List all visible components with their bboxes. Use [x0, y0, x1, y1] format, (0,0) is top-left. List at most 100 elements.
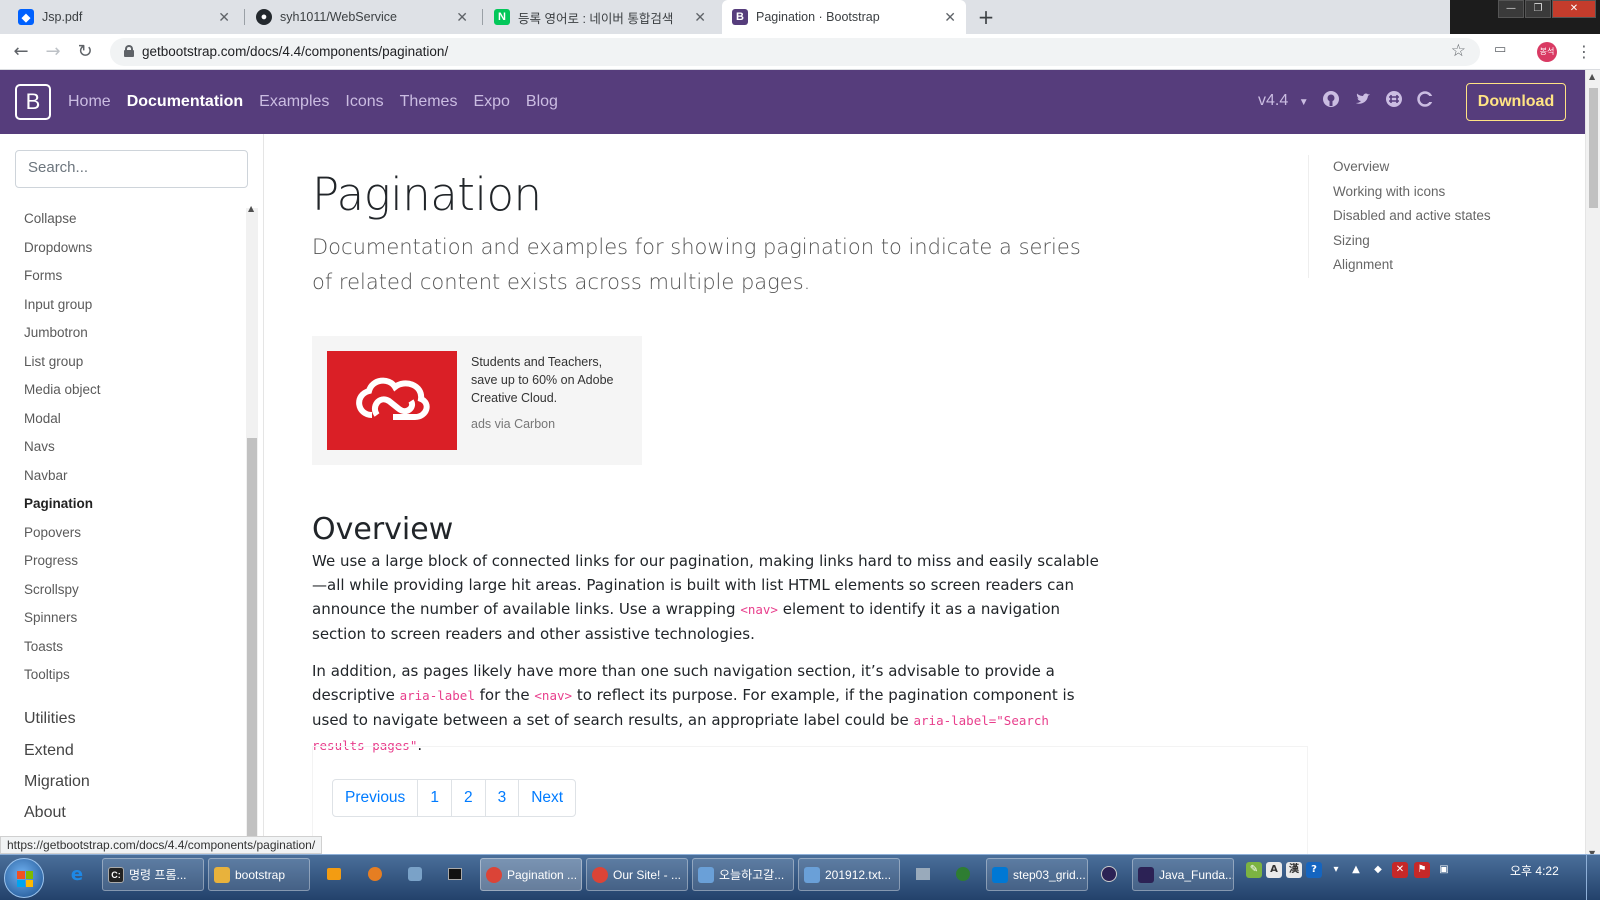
volume-icon[interactable]: ✕ [1392, 862, 1408, 878]
sidebar-item[interactable]: Tooltips [24, 667, 70, 682]
page-next-link[interactable]: Next [518, 779, 577, 817]
carbon-ad[interactable]: Students and Teachers, save up to 60% on… [312, 336, 642, 465]
twitter-icon[interactable] [1354, 90, 1372, 108]
taskbar-item[interactable]: 오늘하고갈... [692, 858, 794, 891]
version-dropdown[interactable]: v4.4 ▼ [1258, 92, 1309, 110]
sidebar-item[interactable]: Popovers [24, 525, 81, 540]
ad-text[interactable]: Students and Teachers, save up to 60% on… [471, 353, 631, 407]
page-link-1[interactable]: 1 [417, 779, 452, 817]
sidebar-item[interactable]: Toasts [24, 639, 63, 654]
sidebar-section[interactable]: Migration [24, 773, 90, 791]
scrollbar-thumb[interactable] [1589, 88, 1598, 208]
page-scrollbar[interactable]: ▲ ▼ [1585, 70, 1600, 860]
page-link-3[interactable]: 3 [484, 779, 520, 817]
media-player-icon[interactable] [323, 863, 345, 885]
nav-icons[interactable]: Icons [337, 93, 391, 111]
toc-link[interactable]: Alignment [1333, 257, 1393, 272]
sidebar-item-active[interactable]: Pagination [24, 496, 93, 511]
cast-icon[interactable]: ▭ [1494, 42, 1506, 57]
cmd-icon[interactable] [444, 863, 466, 885]
close-icon[interactable]: ✕ [456, 9, 468, 26]
nav-expo[interactable]: Expo [465, 93, 517, 111]
sidebar-item[interactable]: Navbar [24, 468, 68, 483]
flag-icon[interactable]: ⚑ [1414, 862, 1430, 878]
app-icon[interactable] [912, 863, 934, 885]
nav-home[interactable]: Home [60, 93, 119, 111]
dropbox-icon[interactable]: ◆ [1370, 862, 1386, 878]
bookmark-star-icon[interactable]: ☆ [1451, 41, 1466, 61]
taskbar-item[interactable]: C: 명령 프롬... [102, 858, 204, 891]
close-icon[interactable]: ✕ [944, 9, 956, 26]
internet-explorer-icon[interactable]: e [66, 863, 88, 885]
ime-mode-icon[interactable]: A [1266, 862, 1282, 878]
app-icon[interactable] [404, 863, 426, 885]
back-arrow-icon[interactable]: ← [10, 41, 32, 63]
browser-tab[interactable]: ● syh1011/WebService ✕ [246, 0, 478, 34]
minimize-icon[interactable]: — [1498, 0, 1524, 18]
app-icon[interactable] [952, 863, 974, 885]
close-window-icon[interactable]: ✕ [1552, 0, 1596, 18]
creative-cloud-logo[interactable] [327, 351, 457, 450]
close-icon[interactable]: ✕ [218, 9, 230, 26]
sidebar-item[interactable]: Progress [24, 553, 78, 568]
sidebar-item[interactable]: Navs [24, 439, 55, 454]
sidebar-item[interactable]: Media object [24, 382, 101, 397]
bootstrap-logo[interactable]: B [15, 84, 51, 120]
network-icon[interactable]: ▣ [1436, 862, 1452, 878]
help-icon[interactable]: ? [1306, 862, 1322, 878]
taskbar-item[interactable]: bootstrap [208, 858, 310, 891]
start-button[interactable] [4, 858, 44, 898]
nav-documentation[interactable]: Documentation [119, 93, 251, 111]
sidebar-scrollbar[interactable]: ▲ [246, 204, 258, 858]
toc-link[interactable]: Overview [1333, 159, 1389, 174]
show-hidden-icons[interactable]: ▲ [1348, 862, 1364, 878]
hanja-icon[interactable]: 漢 [1286, 862, 1302, 878]
page-previous-link[interactable]: Previous [332, 779, 419, 817]
sidebar-section[interactable]: Extend [24, 742, 74, 760]
sidebar-item[interactable]: Scrollspy [24, 582, 79, 597]
show-desktop-button[interactable] [1586, 855, 1600, 900]
browser-tab-active[interactable]: B Pagination · Bootstrap ✕ [722, 0, 966, 34]
restore-icon[interactable]: ❐ [1525, 0, 1551, 18]
slack-icon[interactable] [1385, 90, 1403, 108]
new-tab-icon[interactable]: + [974, 5, 998, 29]
github-icon[interactable] [1322, 90, 1340, 108]
taskbar-item[interactable]: Our Site! - ... [586, 858, 688, 891]
clock[interactable]: 오후 4:22 [1510, 862, 1559, 879]
page-link-2[interactable]: 2 [450, 779, 486, 817]
nav-themes[interactable]: Themes [392, 93, 466, 111]
sidebar-item[interactable]: Spinners [24, 610, 77, 625]
address-bar[interactable]: getbootstrap.com/docs/4.4/components/pag… [110, 38, 1480, 66]
sidebar-item[interactable]: Dropdowns [24, 240, 92, 255]
taskbar-item[interactable]: Java_Funda... [1132, 858, 1234, 891]
sidebar-item[interactable]: Input group [24, 297, 92, 312]
toc-link[interactable]: Sizing [1333, 233, 1370, 248]
scrollbar-thumb[interactable] [247, 438, 257, 858]
sidebar-section[interactable]: About [24, 804, 66, 822]
sidebar-item[interactable]: Jumbotron [24, 325, 88, 340]
toc-link[interactable]: Disabled and active states [1333, 208, 1491, 223]
toc-link[interactable]: Working with icons [1333, 184, 1445, 199]
nav-blog[interactable]: Blog [518, 93, 566, 111]
sidebar-item[interactable]: Forms [24, 268, 62, 283]
taskbar-item[interactable]: Pagination ... [480, 858, 582, 891]
taskbar-item[interactable]: step03_grid... [986, 858, 1088, 891]
scroll-up-icon[interactable]: ▲ [1589, 72, 1595, 81]
eclipse-icon[interactable] [1098, 863, 1120, 885]
taskbar-item[interactable]: 201912.txt... [798, 858, 900, 891]
download-button[interactable]: Download [1466, 83, 1566, 121]
profile-avatar[interactable]: 봉석 [1537, 42, 1557, 62]
search-input[interactable]: Search... [15, 150, 248, 188]
sidebar-item[interactable]: Modal [24, 411, 61, 426]
sidebar-item[interactable]: Collapse [24, 211, 77, 226]
sidebar-section[interactable]: Utilities [24, 710, 76, 728]
ime-icon[interactable]: ✎ [1246, 862, 1262, 878]
nav-examples[interactable]: Examples [251, 93, 337, 111]
browser-tab[interactable]: N 등록 영어로 : 네이버 통합검색 ✕ [484, 0, 716, 34]
app-icon[interactable] [364, 863, 386, 885]
browser-tab[interactable]: ◆ Jsp.pdf ✕ [8, 0, 240, 34]
close-icon[interactable]: ✕ [694, 9, 706, 26]
ad-via-link[interactable]: ads via Carbon [471, 417, 555, 431]
reload-icon[interactable]: ↻ [74, 41, 96, 63]
scroll-up-icon[interactable]: ▲ [248, 204, 254, 213]
